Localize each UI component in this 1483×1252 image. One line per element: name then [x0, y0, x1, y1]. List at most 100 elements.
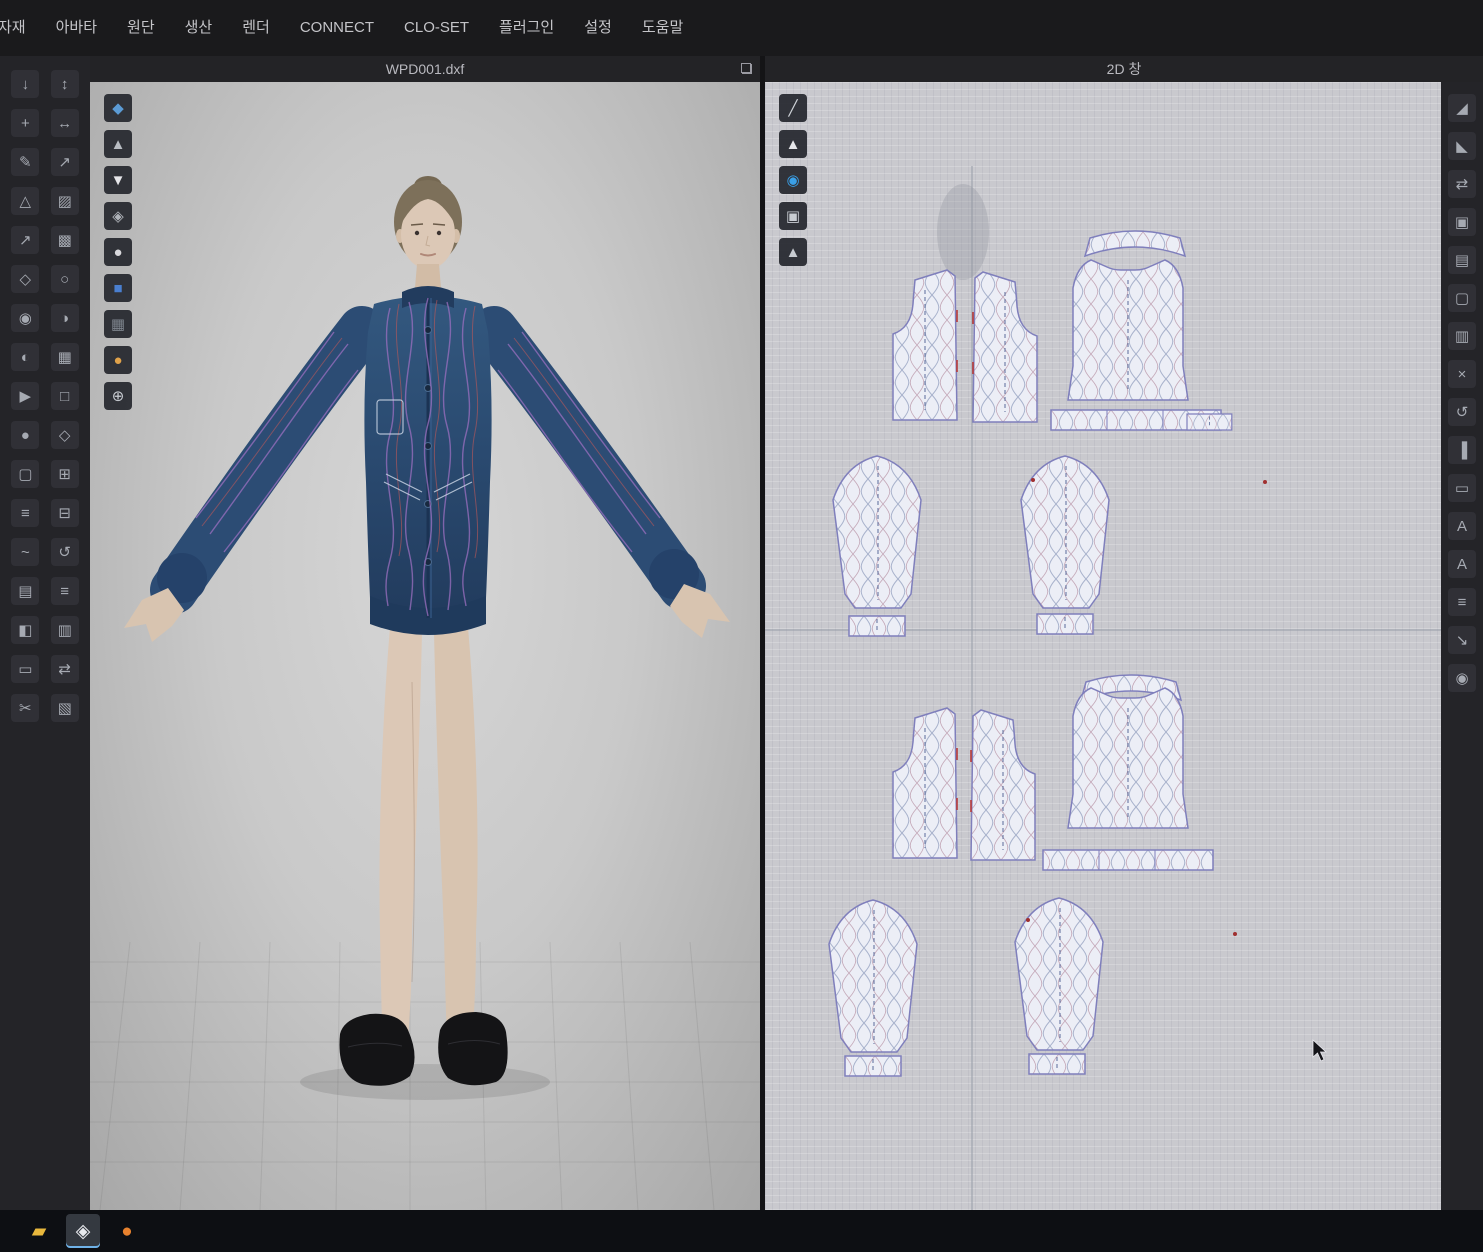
view-cube-icon[interactable]: ◆	[104, 94, 132, 122]
text-large-icon[interactable]: A	[1448, 512, 1476, 540]
viewport-3d[interactable]: ◆ ▲ ▼ ◈ ● ■ ▦ ● ⊕	[90, 82, 760, 1210]
import-icon[interactable]: ↓	[11, 70, 39, 98]
arrow-move-icon[interactable]: ↔	[51, 109, 79, 137]
diagonal-pen-icon[interactable]: ↘	[1448, 626, 1476, 654]
menu-item-avatar[interactable]: 아바타	[41, 0, 112, 56]
diamond-tool-icon[interactable]: ◇	[51, 421, 79, 449]
scissors-tool-icon[interactable]: ✂	[11, 694, 39, 722]
add-panel-icon[interactable]: ⊞	[51, 460, 79, 488]
world-globe-icon[interactable]: ⊕	[104, 382, 132, 410]
menu-item-closet[interactable]: CLO-SET	[389, 0, 484, 56]
edit-pattern-icon[interactable]: ✎	[11, 148, 39, 176]
show-garment-2d-icon[interactable]: ▲	[779, 130, 807, 158]
topstitch-tool-icon[interactable]: ~	[11, 538, 39, 566]
avatar-editor-icon[interactable]: ●	[104, 346, 132, 374]
clo3d-app-icon[interactable]: ◈	[66, 1214, 100, 1248]
pattern-piece-cuff-right-top[interactable]	[1037, 614, 1093, 634]
show-garment-icon[interactable]: ▲	[104, 130, 132, 158]
menu-item-fabric[interactable]: 원단	[112, 0, 170, 56]
side-panel-icon[interactable]: ▐	[1448, 436, 1476, 464]
pattern-piece-hem-band-bottom[interactable]	[1043, 850, 1213, 870]
pattern-piece-front-left-bottom[interactable]	[893, 708, 957, 858]
avatar-pose-icon[interactable]: ↕	[51, 70, 79, 98]
menu-item-connect[interactable]: CONNECT	[285, 0, 389, 56]
show-seams-icon[interactable]: ◈	[104, 202, 132, 230]
pattern-piece-sleeve-left-top[interactable]	[833, 456, 921, 608]
file-explorer-icon[interactable]: ▰	[22, 1214, 56, 1248]
avatar-add-icon[interactable]: ◉	[1448, 664, 1476, 692]
menu-item-settings[interactable]: 설정	[569, 0, 627, 56]
show-shirt-icon[interactable]: ▼	[104, 166, 132, 194]
avatar-3d[interactable]	[124, 176, 730, 1086]
dashed-frame-icon[interactable]: ▢	[1448, 284, 1476, 312]
delete-cross-icon[interactable]: ×	[1448, 360, 1476, 388]
list-tool-icon[interactable]: ≡	[51, 577, 79, 605]
solid-square-icon[interactable]: ▣	[1448, 208, 1476, 236]
show-avatar-icon[interactable]: ●	[104, 238, 132, 266]
pattern-piece-sleeve-left-bottom[interactable]	[829, 900, 917, 1052]
zipper-tool-icon[interactable]: ≡	[11, 499, 39, 527]
pattern-piece-back-top[interactable]	[1068, 260, 1188, 400]
button-tool-icon[interactable]: ●	[11, 421, 39, 449]
menu-item-production[interactable]: 생산	[170, 0, 228, 56]
restore-window-icon[interactable]	[741, 63, 752, 74]
avatar-3d-canvas[interactable]	[90, 82, 760, 1210]
pattern-hatch-icon[interactable]: ▨	[51, 187, 79, 215]
pin-tool-icon[interactable]: ◉	[11, 304, 39, 332]
pattern-3d-icon[interactable]: ◧	[11, 616, 39, 644]
pattern-piece-cuff-left-top[interactable]	[849, 616, 905, 636]
corner-resize-icon[interactable]: ◢	[1448, 94, 1476, 122]
window3d-titlebar[interactable]: WPD001.dxf	[90, 56, 760, 82]
pattern-piece-collar-top[interactable]	[1085, 231, 1185, 256]
sewing-tool-icon[interactable]: △	[11, 187, 39, 215]
copy-panel-icon[interactable]: ▣	[779, 202, 807, 230]
lock-garment-icon[interactable]: ▲	[779, 238, 807, 266]
transform-tool-icon[interactable]: +	[11, 109, 39, 137]
flip-horizontal-icon[interactable]: ⇄	[1448, 170, 1476, 198]
fold-arrangement-icon[interactable]: ◐	[11, 343, 39, 371]
pattern-piece-cuff-left-bottom[interactable]	[845, 1056, 901, 1076]
menu-item-help[interactable]: 도움말	[627, 0, 698, 56]
angle-measure-icon[interactable]: ◣	[1448, 132, 1476, 160]
stack-tool-icon[interactable]: ▧	[51, 694, 79, 722]
edit-curve-icon[interactable]: ╱	[779, 94, 807, 122]
rotate-ccw-icon[interactable]: ↺	[51, 538, 79, 566]
flip-tool-icon[interactable]: ⇄	[51, 655, 79, 683]
rotate-ccw-icon[interactable]: ↺	[1448, 398, 1476, 426]
halftone-tool-icon[interactable]: ◑	[51, 304, 79, 332]
square-tool-icon[interactable]: □	[51, 382, 79, 410]
clipboard-icon[interactable]: ▥	[1448, 322, 1476, 350]
pattern-piece-front-right-bottom[interactable]	[971, 710, 1035, 860]
puckering-tool-icon[interactable]: ▤	[11, 577, 39, 605]
pattern-piece-front-left-top[interactable]	[893, 270, 957, 420]
render-monitor-icon[interactable]: ▦	[104, 310, 132, 338]
free-sew-icon[interactable]: ◇	[11, 265, 39, 293]
select-tool-icon[interactable]: ▶	[11, 382, 39, 410]
text-small-icon[interactable]: A	[1448, 550, 1476, 578]
pattern-piece-cuff-right-bottom[interactable]	[1029, 1054, 1085, 1074]
buttonhole-tool-icon[interactable]: ▢	[11, 460, 39, 488]
fabric-panel-icon[interactable]: ■	[104, 274, 132, 302]
info-icon[interactable]: ◉	[779, 166, 807, 194]
circle-tool-icon[interactable]: ○	[51, 265, 79, 293]
segment-sew-icon[interactable]: ↗	[11, 226, 39, 254]
blender-app-icon[interactable]: ●	[110, 1214, 144, 1248]
ruler-icon[interactable]: ▭	[1448, 474, 1476, 502]
rows-tool-icon[interactable]: ▥	[51, 616, 79, 644]
pattern-piece-back-bottom[interactable]	[1068, 688, 1188, 828]
measure-tape-icon[interactable]: ▭	[11, 655, 39, 683]
pattern-2d-canvas[interactable]	[765, 82, 1441, 1210]
remove-panel-icon[interactable]: ⊟	[51, 499, 79, 527]
viewport-2d[interactable]: ╱ ▲ ◉ ▣ ▲	[765, 82, 1441, 1210]
menu-item-material[interactable]: 자재	[0, 0, 41, 56]
pattern-piece-front-right-top[interactable]	[973, 272, 1037, 422]
menu-item-render[interactable]: 렌더	[227, 0, 285, 56]
texture-fill-icon[interactable]: ▩	[51, 226, 79, 254]
grid-tool-icon[interactable]: ▦	[51, 343, 79, 371]
window2d-titlebar[interactable]: 2D 창	[765, 56, 1483, 82]
layers-icon[interactable]: ▤	[1448, 246, 1476, 274]
menu-item-plugin[interactable]: 플러그인	[484, 0, 569, 56]
list-panel-icon[interactable]: ≡	[1448, 588, 1476, 616]
pattern-piece-band-short-top[interactable]	[1187, 414, 1232, 430]
pen-tool-icon[interactable]: ↗	[51, 148, 79, 176]
